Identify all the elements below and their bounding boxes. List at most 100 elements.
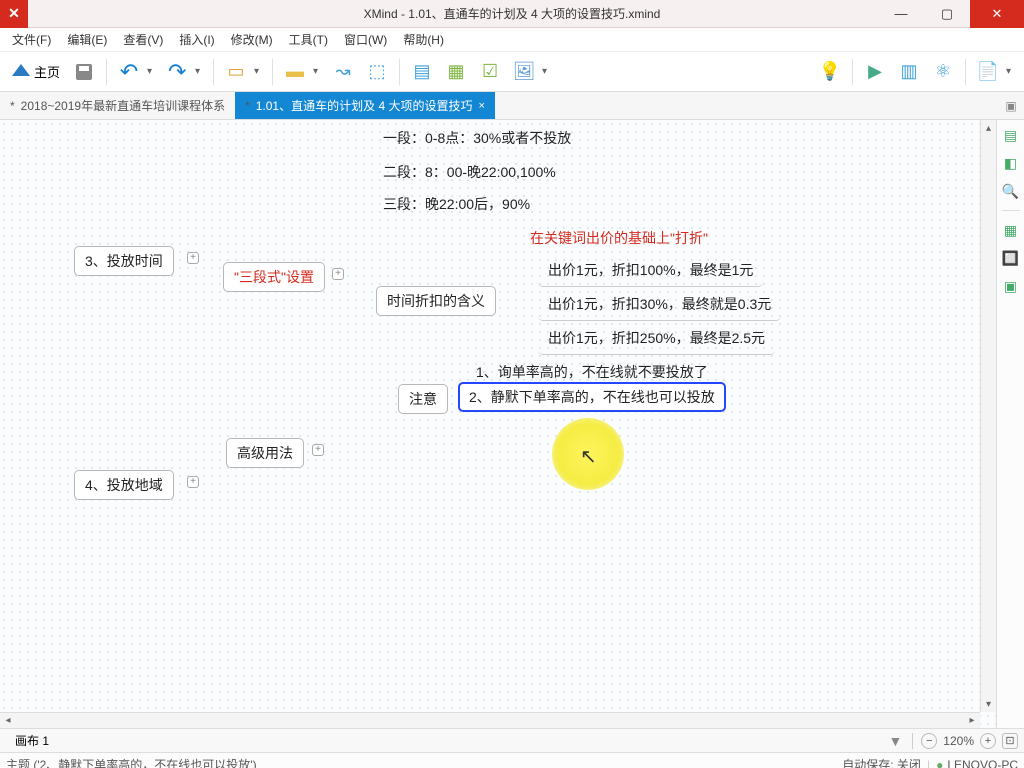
redo-button[interactable]: ↶	[161, 56, 193, 88]
export-button[interactable]: 📄	[972, 56, 1004, 88]
search-panel-icon[interactable]: 🔍	[1002, 182, 1020, 200]
scroll-left-icon[interactable]: ◂	[0, 713, 16, 728]
toolbar-separator	[106, 59, 107, 85]
summary-button[interactable]: ▤	[406, 56, 438, 88]
node-label: "三段式"设置	[234, 269, 314, 285]
node-note-2-selected[interactable]: 2、静默下单率高的，不在线也可以投放	[458, 382, 726, 412]
node-advanced-usage[interactable]: 高级用法	[226, 438, 304, 468]
node-label: 出价1元，折扣100%，最终是1元	[548, 262, 753, 278]
mindmap-canvas[interactable]: 3、投放时间 + "三段式"设置 + 一段：0-8点：30%或者不投放 二段：8…	[0, 120, 980, 712]
node-handle[interactable]: +	[187, 252, 199, 264]
filter-icon[interactable]: ▼	[888, 733, 902, 749]
theme-panel-icon[interactable]: ▣	[1002, 277, 1020, 295]
tabbar: 2018~2019年最新直通车培训课程体系 1.01、直通车的计划及 4 大项的…	[0, 92, 1024, 120]
tab-maximize-icon[interactable]: ▣	[998, 92, 1024, 119]
menu-tools[interactable]: 工具(T)	[281, 28, 336, 52]
tab-2-close[interactable]: ×	[478, 100, 484, 112]
canvas-area[interactable]: 3、投放时间 + "三段式"设置 + 一段：0-8点：30%或者不投放 二段：8…	[0, 120, 996, 728]
zoom-fit-button[interactable]: ⊡	[1002, 733, 1018, 749]
format-panel-icon[interactable]: ◧	[1002, 154, 1020, 172]
clip-panel-icon[interactable]: 🔲	[1002, 249, 1020, 267]
node-handle[interactable]: +	[332, 268, 344, 280]
home-button[interactable]: 主页	[6, 56, 66, 88]
zoom-out-button[interactable]: −	[921, 733, 937, 749]
share-button[interactable]: ⚛	[927, 56, 959, 88]
menu-help[interactable]: 帮助(H)	[395, 28, 452, 52]
node-handle[interactable]: +	[312, 444, 324, 456]
gantt-button[interactable]: ▥	[893, 56, 925, 88]
node-delivery-time[interactable]: 3、投放时间	[74, 246, 174, 276]
redo-icon: ↶	[168, 59, 186, 85]
undo-button[interactable]: ↶	[113, 56, 145, 88]
image-dropdown[interactable]: ▾	[542, 66, 554, 77]
maximize-button[interactable]: ▢	[924, 0, 970, 28]
boundary-button[interactable]: ⬚	[361, 56, 393, 88]
statusbar: 主题 ('2、静默下单率高的，不在线也可以投放') 自动保存: 关闭 | ● L…	[0, 752, 1024, 768]
node-segment-3[interactable]: 三段：晚22:00后，90%	[373, 190, 540, 218]
toolbar-separator	[272, 59, 273, 85]
scroll-right-icon[interactable]: ▸	[964, 713, 980, 728]
menu-modify[interactable]: 修改(M)	[223, 28, 281, 52]
save-button[interactable]	[68, 56, 100, 88]
horizontal-scrollbar[interactable]: ◂ ▸	[0, 712, 980, 728]
boundary-icon: ⬚	[369, 61, 386, 82]
save-icon	[76, 64, 92, 80]
scroll-up-icon[interactable]: ▴	[981, 120, 996, 136]
node-keyword-discount[interactable]: 在关键词出价的基础上"打折"	[520, 224, 718, 252]
idea-button[interactable]: 💡	[814, 56, 846, 88]
node-handle[interactable]: +	[187, 476, 199, 488]
panel-divider	[1002, 210, 1020, 211]
sheetbar: 画布 1 ▼ − 120% + ⊡	[0, 728, 1024, 752]
note-icon: ▬	[286, 61, 304, 82]
menu-insert[interactable]: 插入(I)	[171, 28, 222, 52]
node-label: 1、询单率高的，不在线就不要投放了	[476, 364, 708, 380]
sheetbar-divider	[912, 733, 913, 749]
minimize-button[interactable]: —	[878, 0, 924, 28]
relationship-button[interactable]: ↝	[327, 56, 359, 88]
marker-button[interactable]: ▦	[440, 56, 472, 88]
menu-view[interactable]: 查看(V)	[115, 28, 171, 52]
redo-dropdown[interactable]: ▾	[195, 66, 207, 77]
home-icon	[12, 64, 30, 76]
menu-edit[interactable]: 编辑(E)	[59, 28, 115, 52]
topic-button[interactable]: ▭	[220, 56, 252, 88]
note-dropdown[interactable]: ▾	[313, 66, 325, 77]
home-label: 主页	[34, 62, 60, 81]
menu-file[interactable]: 文件(F)	[4, 28, 59, 52]
node-discount-meaning[interactable]: 时间折扣的含义	[376, 286, 496, 316]
image-button[interactable]: 🖼	[508, 56, 540, 88]
sheet-tab[interactable]: 画布 1	[6, 731, 58, 750]
export-icon: 📄	[977, 61, 999, 82]
zoom-in-button[interactable]: +	[980, 733, 996, 749]
node-label: 时间折扣的含义	[387, 293, 485, 309]
node-bid-3[interactable]: 出价1元，折扣250%，最终是2.5元	[538, 324, 775, 355]
toolbar: 主页 ↶ ▾ ↶ ▾ ▭ ▾ ▬ ▾ ↝ ⬚ ▤ ▦ ☑ 🖼 ▾ 💡 ▶ ▥ ⚛…	[0, 52, 1024, 92]
tab-2[interactable]: 1.01、直通车的计划及 4 大项的设置技巧×	[235, 92, 495, 119]
markers-panel-icon[interactable]: ▦	[1002, 221, 1020, 239]
scroll-down-icon[interactable]: ▾	[981, 696, 996, 712]
node-three-segment[interactable]: "三段式"设置	[223, 262, 325, 292]
presentation-button[interactable]: ▶	[859, 56, 891, 88]
export-dropdown[interactable]: ▾	[1006, 66, 1018, 77]
node-label: 高级用法	[237, 445, 293, 461]
image-icon: 🖼	[513, 61, 536, 82]
node-attention[interactable]: 注意	[398, 384, 448, 414]
node-delivery-region[interactable]: 4、投放地域	[74, 470, 174, 500]
menubar: 文件(F) 编辑(E) 查看(V) 插入(I) 修改(M) 工具(T) 窗口(W…	[0, 28, 1024, 52]
topic-dropdown[interactable]: ▾	[254, 66, 266, 77]
node-segment-1[interactable]: 一段：0-8点：30%或者不投放	[373, 124, 581, 152]
node-bid-1[interactable]: 出价1元，折扣100%，最终是1元	[538, 256, 763, 287]
task-icon: ☑	[482, 61, 498, 82]
node-bid-2[interactable]: 出价1元，折扣30%，最终就是0.3元	[538, 290, 781, 321]
menu-window[interactable]: 窗口(W)	[336, 28, 395, 52]
close-button[interactable]: ✕	[970, 0, 1024, 28]
node-label: 出价1元，折扣250%，最终是2.5元	[548, 330, 765, 346]
node-segment-2[interactable]: 二段：8：00-晚22:00,100%	[373, 158, 566, 186]
vertical-scrollbar[interactable]: ▴ ▾	[980, 120, 996, 712]
task-button[interactable]: ☑	[474, 56, 506, 88]
undo-dropdown[interactable]: ▾	[147, 66, 159, 77]
note-button[interactable]: ▬	[279, 56, 311, 88]
tab-1-label: 2018~2019年最新直通车培训课程体系	[21, 97, 225, 114]
outline-panel-icon[interactable]: ▤	[1002, 126, 1020, 144]
tab-1[interactable]: 2018~2019年最新直通车培训课程体系	[0, 92, 235, 119]
